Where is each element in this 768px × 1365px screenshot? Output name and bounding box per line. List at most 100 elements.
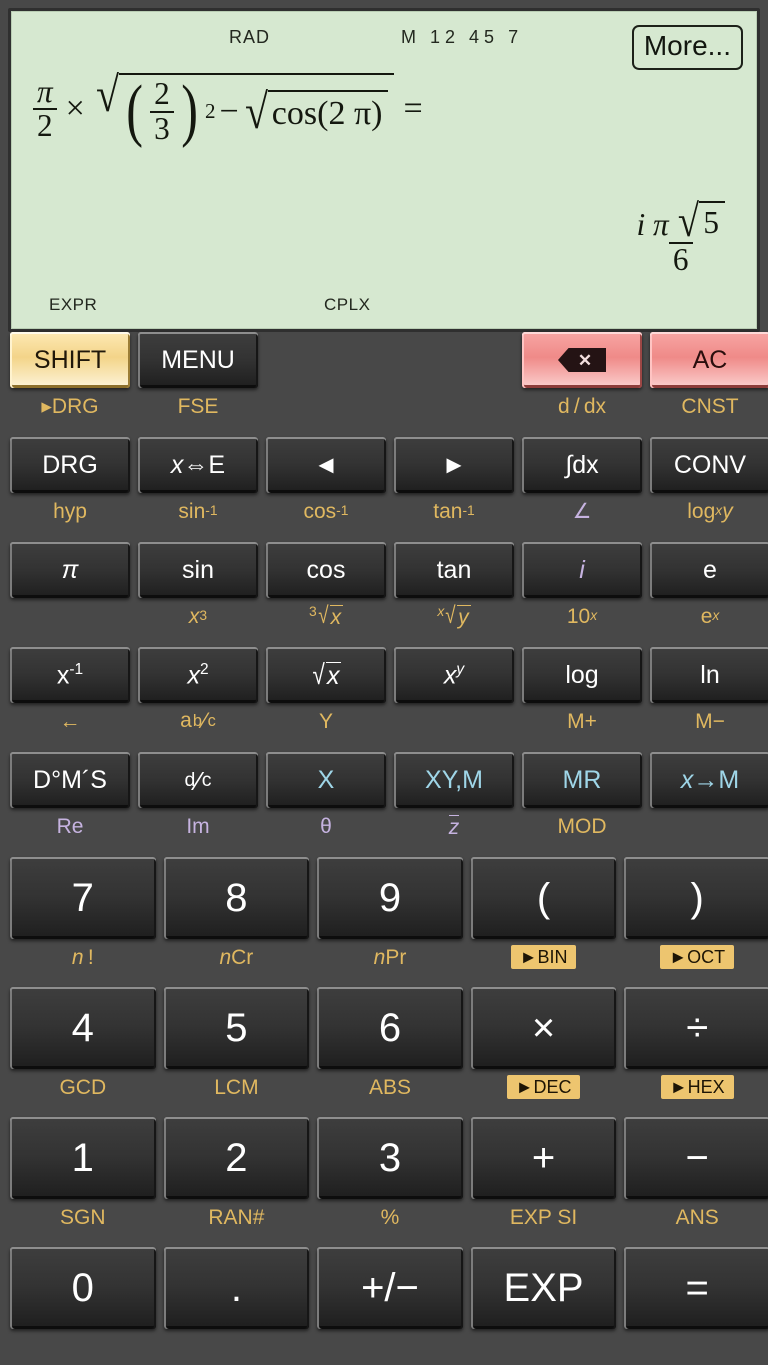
key-1[interactable]: 1 — [10, 1117, 156, 1199]
key-sqrtx[interactable]: √ x — [266, 647, 386, 703]
key-decimal[interactable]: . — [163, 1247, 310, 1329]
key-shift[interactable]: SHIFT — [10, 332, 130, 388]
key-x2[interactable]: x2 — [138, 647, 258, 703]
key-cell-xminus1: x-1 ← — [6, 647, 134, 733]
sublabel-angle: ∠ — [572, 499, 592, 523]
key-sin[interactable]: sin — [138, 542, 258, 598]
keypad-row-8: 1 SGN 2 RAN# 3% + EXP SI − ANS — [6, 1117, 768, 1247]
key-cell-9: 9 n Pr — [313, 857, 467, 969]
key-conv[interactable]: CONV — [650, 437, 768, 493]
key-multiply[interactable]: × — [470, 987, 617, 1069]
result-denominator: 6 — [668, 241, 693, 277]
memory-slot-1: 4 5 — [469, 27, 495, 47]
key-xminusswapminuse[interactable]: x⇔E — [138, 437, 258, 493]
key-cell-ac: AC CNST — [646, 332, 768, 418]
sublabel-a-b-c: a b ⁄ c — [180, 707, 216, 733]
key-cell-decimal: . — [160, 1247, 314, 1359]
key-cell-plus: + EXP SI — [467, 1117, 621, 1229]
key-2[interactable]: 2 — [163, 1117, 310, 1199]
key-i[interactable]: i — [522, 542, 642, 598]
keypad-row-4: x-1 ← x2 a b ⁄ c √ x Yxy log M+ ln M− — [6, 647, 768, 752]
key-menu[interactable]: MENU — [138, 332, 258, 388]
key-log[interactable]: log — [522, 647, 642, 703]
key-plus[interactable]: + — [470, 1117, 617, 1199]
key-6[interactable]: 6 — [317, 987, 463, 1069]
key-cell-mr: MR MOD — [518, 752, 646, 838]
key-cell-right: ► tan -1 — [390, 437, 518, 523]
sublabel-exp-si: EXP SI — [509, 1205, 578, 1229]
key-x[interactable]: X — [266, 752, 386, 808]
key-drg[interactable]: DRG — [10, 437, 130, 493]
key-9[interactable]: 9 — [317, 857, 463, 939]
key-5[interactable]: 5 — [163, 987, 310, 1069]
expr-two-thirds: 2 3 — [150, 77, 174, 145]
key-cell-e: e ex — [646, 542, 768, 628]
expr-minus-operator: − — [219, 92, 239, 130]
key-xy-m[interactable]: XY,M — [394, 752, 514, 808]
sublabel-ex: ex — [700, 604, 720, 628]
key-cell-4: 4 GCD — [6, 987, 160, 1099]
key-8[interactable]: 8 — [163, 857, 310, 939]
key-xy[interactable]: xy — [394, 647, 514, 703]
expr-outer-sqrt: √ ( 2 3 ) 2 − √ cos(2 π) — [94, 70, 395, 150]
key-0[interactable]: 0 — [10, 1247, 156, 1329]
memory-slot-2: 7 — [508, 27, 519, 47]
key-ln[interactable]: ln — [650, 647, 768, 703]
key-integraldx[interactable]: ∫dx — [522, 437, 642, 493]
key-cell-x: Xθ — [262, 752, 390, 838]
sublabel-d-dx: d / dx — [557, 394, 607, 418]
sublabel-cnst: CNST — [681, 394, 739, 418]
key-d-c[interactable]: d ⁄ c — [138, 752, 258, 808]
sublabel-sgn: SGN — [60, 1205, 106, 1229]
key-close-paren[interactable]: ) — [624, 857, 768, 939]
sublabel-sinminus1: sin -1 — [178, 499, 218, 523]
result-sqrt: √ 5 — [676, 198, 725, 244]
key-cell-pi: π — [6, 542, 134, 628]
key-3[interactable]: 3 — [317, 1117, 463, 1199]
sublabel-im: Im — [186, 814, 210, 838]
key-exp[interactable]: EXP — [470, 1247, 617, 1329]
expr-open-paren: ( — [126, 72, 143, 150]
key-e[interactable]: e — [650, 542, 768, 598]
tag-expr: EXPR — [49, 295, 98, 314]
calculator-app: RAD M1 24 57 More... π 2 × √ ( 2 3) 2 −… — [0, 0, 768, 1365]
key-minus[interactable]: − — [624, 1117, 768, 1199]
key-4[interactable]: 4 — [10, 987, 156, 1069]
key-plus-minus[interactable]: +/− — [317, 1247, 463, 1329]
expr-inner-sqrt: √ cos(2 π) — [243, 87, 389, 136]
sublabel-percent: % — [380, 1205, 400, 1229]
key-divide[interactable]: ÷ — [624, 987, 768, 1069]
result-imaginary-unit: i — [636, 207, 646, 242]
expr-pi-numerator: π — [37, 73, 53, 109]
sublabel-ranhash: RAN# — [208, 1205, 265, 1229]
key-cell-6: 6 ABS — [313, 987, 467, 1099]
keypad: SHIFT ▸DRG MENU FSE d / dx AC CNST DRG hyp x⇔E sin… — [0, 332, 768, 1365]
sublabel-x3: x3 — [188, 604, 208, 628]
key-tan[interactable]: tan — [394, 542, 514, 598]
key-dms[interactable]: D°M´S — [10, 752, 130, 808]
key-cell-tan: tan x √ y — [390, 542, 518, 628]
key-open-paren[interactable]: ( — [470, 857, 617, 939]
key-cell-3: 3% — [313, 1117, 467, 1229]
key-blank[interactable] — [522, 332, 642, 388]
key-mr[interactable]: MR — [522, 752, 642, 808]
calculator-display[interactable]: RAD M1 24 57 More... π 2 × √ ( 2 3) 2 −… — [8, 8, 760, 332]
key-right[interactable]: ► — [394, 437, 514, 493]
sublabel-mod: MOD — [557, 814, 607, 838]
key-cos[interactable]: cos — [266, 542, 386, 598]
key-equals[interactable]: = — [624, 1247, 768, 1329]
key-ac[interactable]: AC — [650, 332, 768, 388]
key-pi[interactable]: π — [10, 542, 130, 598]
sublabel-fse: FSE — [177, 394, 219, 418]
expr-times-operator: × — [65, 90, 85, 128]
key-xarrow-rightm[interactable]: x→M — [650, 752, 768, 808]
display-mode-tags: EXPR CPLX — [11, 295, 757, 319]
key-xminus1[interactable]: x-1 — [10, 647, 130, 703]
key-cell-multiply: × ►DEC — [467, 987, 621, 1099]
key-cell-divide: ÷ ►HEX — [620, 987, 768, 1099]
more-button[interactable]: More... — [631, 25, 743, 70]
key-left[interactable]: ◄ — [266, 437, 386, 493]
key-cell-xy-m: XY,M z — [390, 752, 518, 838]
key-7[interactable]: 7 — [10, 857, 156, 939]
sublabel-y: Y — [318, 709, 333, 733]
